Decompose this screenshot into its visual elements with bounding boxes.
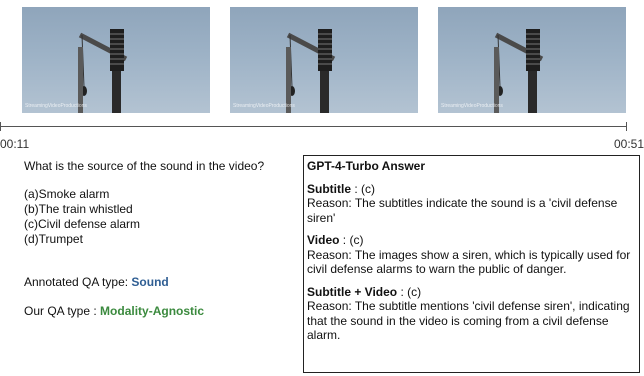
section-reason: Reason: The images show a siren, which i… xyxy=(307,247,631,277)
timeline-end-tick xyxy=(626,122,627,131)
annotated-qa-type: Annotated QA type: Sound xyxy=(24,275,169,289)
option-d: (d)Trumpet xyxy=(24,232,83,246)
section-label: Subtitle xyxy=(307,181,351,196)
frame-watermark: StreamingVideoProductions xyxy=(233,103,295,109)
our-qa-type: Our QA type : Modality-Agnostic xyxy=(24,304,204,318)
siren-tower-image xyxy=(494,29,544,113)
timeline-end-time: 00:51 xyxy=(613,137,644,151)
our-qa-value: Modality-Agnostic xyxy=(100,304,205,318)
answer-section-video: Video : (c) Reason: The images show a si… xyxy=(307,233,636,277)
section-reason: Reason: The subtitle mentions 'civil def… xyxy=(307,299,630,342)
video-frame-2: StreamingVideoProductions xyxy=(230,7,418,113)
frame-watermark: StreamingVideoProductions xyxy=(25,103,87,109)
annotated-qa-value: Sound xyxy=(131,275,169,289)
option-c: (c)Civil defense alarm xyxy=(24,217,141,231)
section-choice: : (c) xyxy=(351,181,375,196)
section-reason: Reason: The subtitles indicate the sound… xyxy=(307,196,618,225)
option-b: (b)The train whistled xyxy=(24,202,133,216)
answer-section-subtitle-video: Subtitle + Video : (c) Reason: The subti… xyxy=(307,285,636,343)
timeline-start-time: 00:11 xyxy=(0,137,30,151)
gpt-answer-box: GPT-4-Turbo Answer Subtitle : (c) Reason… xyxy=(303,155,640,373)
question-text: What is the source of the sound in the v… xyxy=(24,159,265,173)
answer-options: (a)Smoke alarm (b)The train whistled (c)… xyxy=(24,187,140,247)
answer-title: GPT-4-Turbo Answer xyxy=(307,159,426,173)
section-label: Video xyxy=(307,233,340,247)
section-choice: : (c) xyxy=(339,233,364,247)
option-a: (a)Smoke alarm xyxy=(24,187,110,201)
frame-watermark: StreamingVideoProductions xyxy=(441,103,503,109)
siren-tower-image xyxy=(286,29,336,113)
video-frame-3: StreamingVideoProductions xyxy=(438,7,626,113)
siren-tower-image xyxy=(78,29,128,113)
section-label: Subtitle + Video xyxy=(307,284,398,299)
timeline-axis xyxy=(0,126,627,127)
annotated-qa-label: Annotated QA type: xyxy=(24,275,132,289)
section-choice: : (c) xyxy=(397,284,422,299)
answer-section-subtitle: Subtitle : (c) Reason: The subtitles ind… xyxy=(307,182,636,226)
our-qa-label: Our QA type : xyxy=(24,304,101,318)
video-frame-1: StreamingVideoProductions xyxy=(22,7,210,113)
